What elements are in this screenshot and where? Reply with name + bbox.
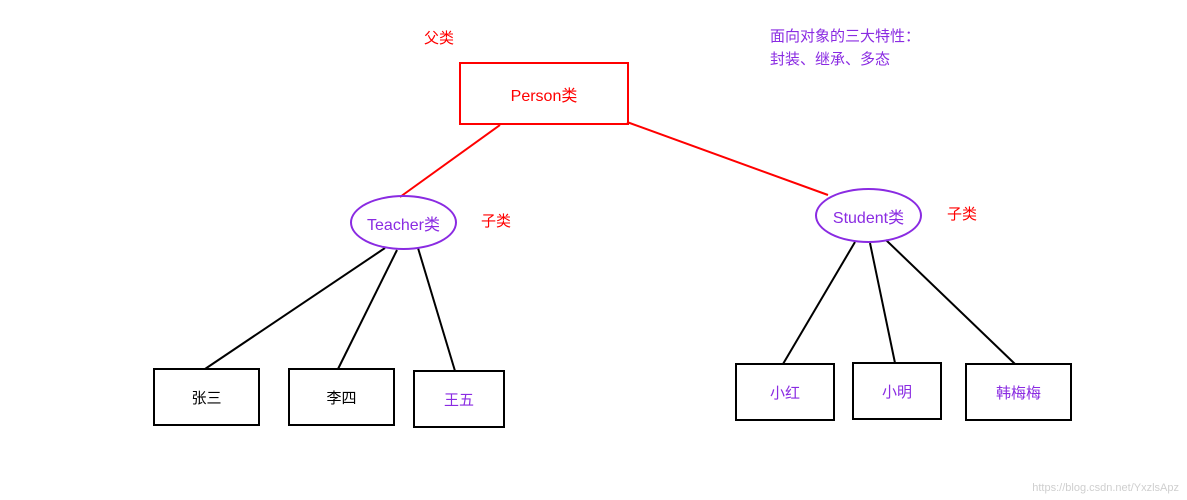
- student-instance-label: 韩梅梅: [996, 382, 1041, 403]
- teacher-instance: 张三: [153, 368, 260, 426]
- student-instance: 小红: [735, 363, 835, 421]
- person-node: Person类: [459, 62, 629, 125]
- teacher-instance-label: 张三: [191, 387, 221, 408]
- student-node-label: Student类: [833, 204, 904, 228]
- teacher-instance: 王五: [413, 370, 505, 428]
- student-instance: 小明: [852, 362, 942, 420]
- watermark: https://blog.csdn.net/YxzlsApz: [1032, 482, 1179, 494]
- parent-label: 父类: [424, 27, 454, 48]
- oop-features-title: 面向对象的三大特性：: [770, 25, 920, 46]
- oop-features-list: 封装、继承、多态: [770, 48, 890, 69]
- child-label-right: 子类: [947, 203, 977, 224]
- child-label-left: 子类: [481, 210, 511, 231]
- student-instance-label: 小明: [882, 381, 912, 402]
- teacher-instance-label: 李四: [326, 387, 356, 408]
- person-node-label: Person类: [511, 82, 578, 106]
- teacher-node-label: Teacher类: [367, 211, 440, 235]
- teacher-node: Teacher类: [350, 195, 457, 250]
- student-node: Student类: [815, 188, 922, 243]
- teacher-instance-label: 王五: [444, 389, 474, 410]
- student-instance: 韩梅梅: [965, 363, 1072, 421]
- teacher-instance: 李四: [288, 368, 395, 426]
- student-instance-label: 小红: [770, 382, 800, 403]
